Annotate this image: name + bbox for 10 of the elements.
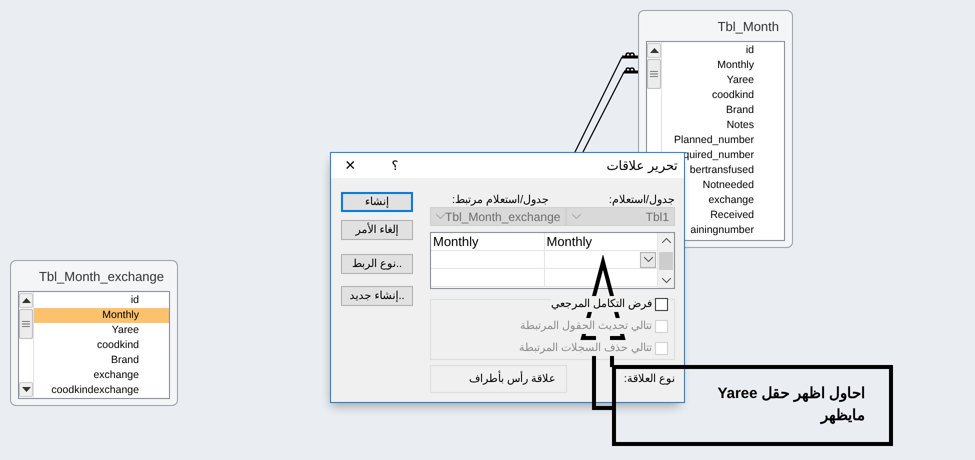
table-label: جدول/استعلام: [608, 193, 675, 207]
relationship-type-label: نوع العلاقة: [622, 372, 675, 387]
related-table-label: جدول/استعلام مرتبط: [452, 193, 550, 207]
checkbox-label: فرض التكامل المرجعي [550, 296, 652, 312]
dialog-title: تحرير علاقات [606, 156, 678, 176]
relationship-type-field: علاقة رأس بأطراف [430, 365, 567, 393]
table-title: Tbl_Month_exchange [38, 268, 165, 286]
checkbox-label: تتالي حذف السجلات المرتبطة [518, 340, 652, 356]
checkbox-label: تتالي تحديث الحقول المرتبطة [520, 318, 652, 334]
table-title: Tbl_Month [716, 18, 780, 36]
